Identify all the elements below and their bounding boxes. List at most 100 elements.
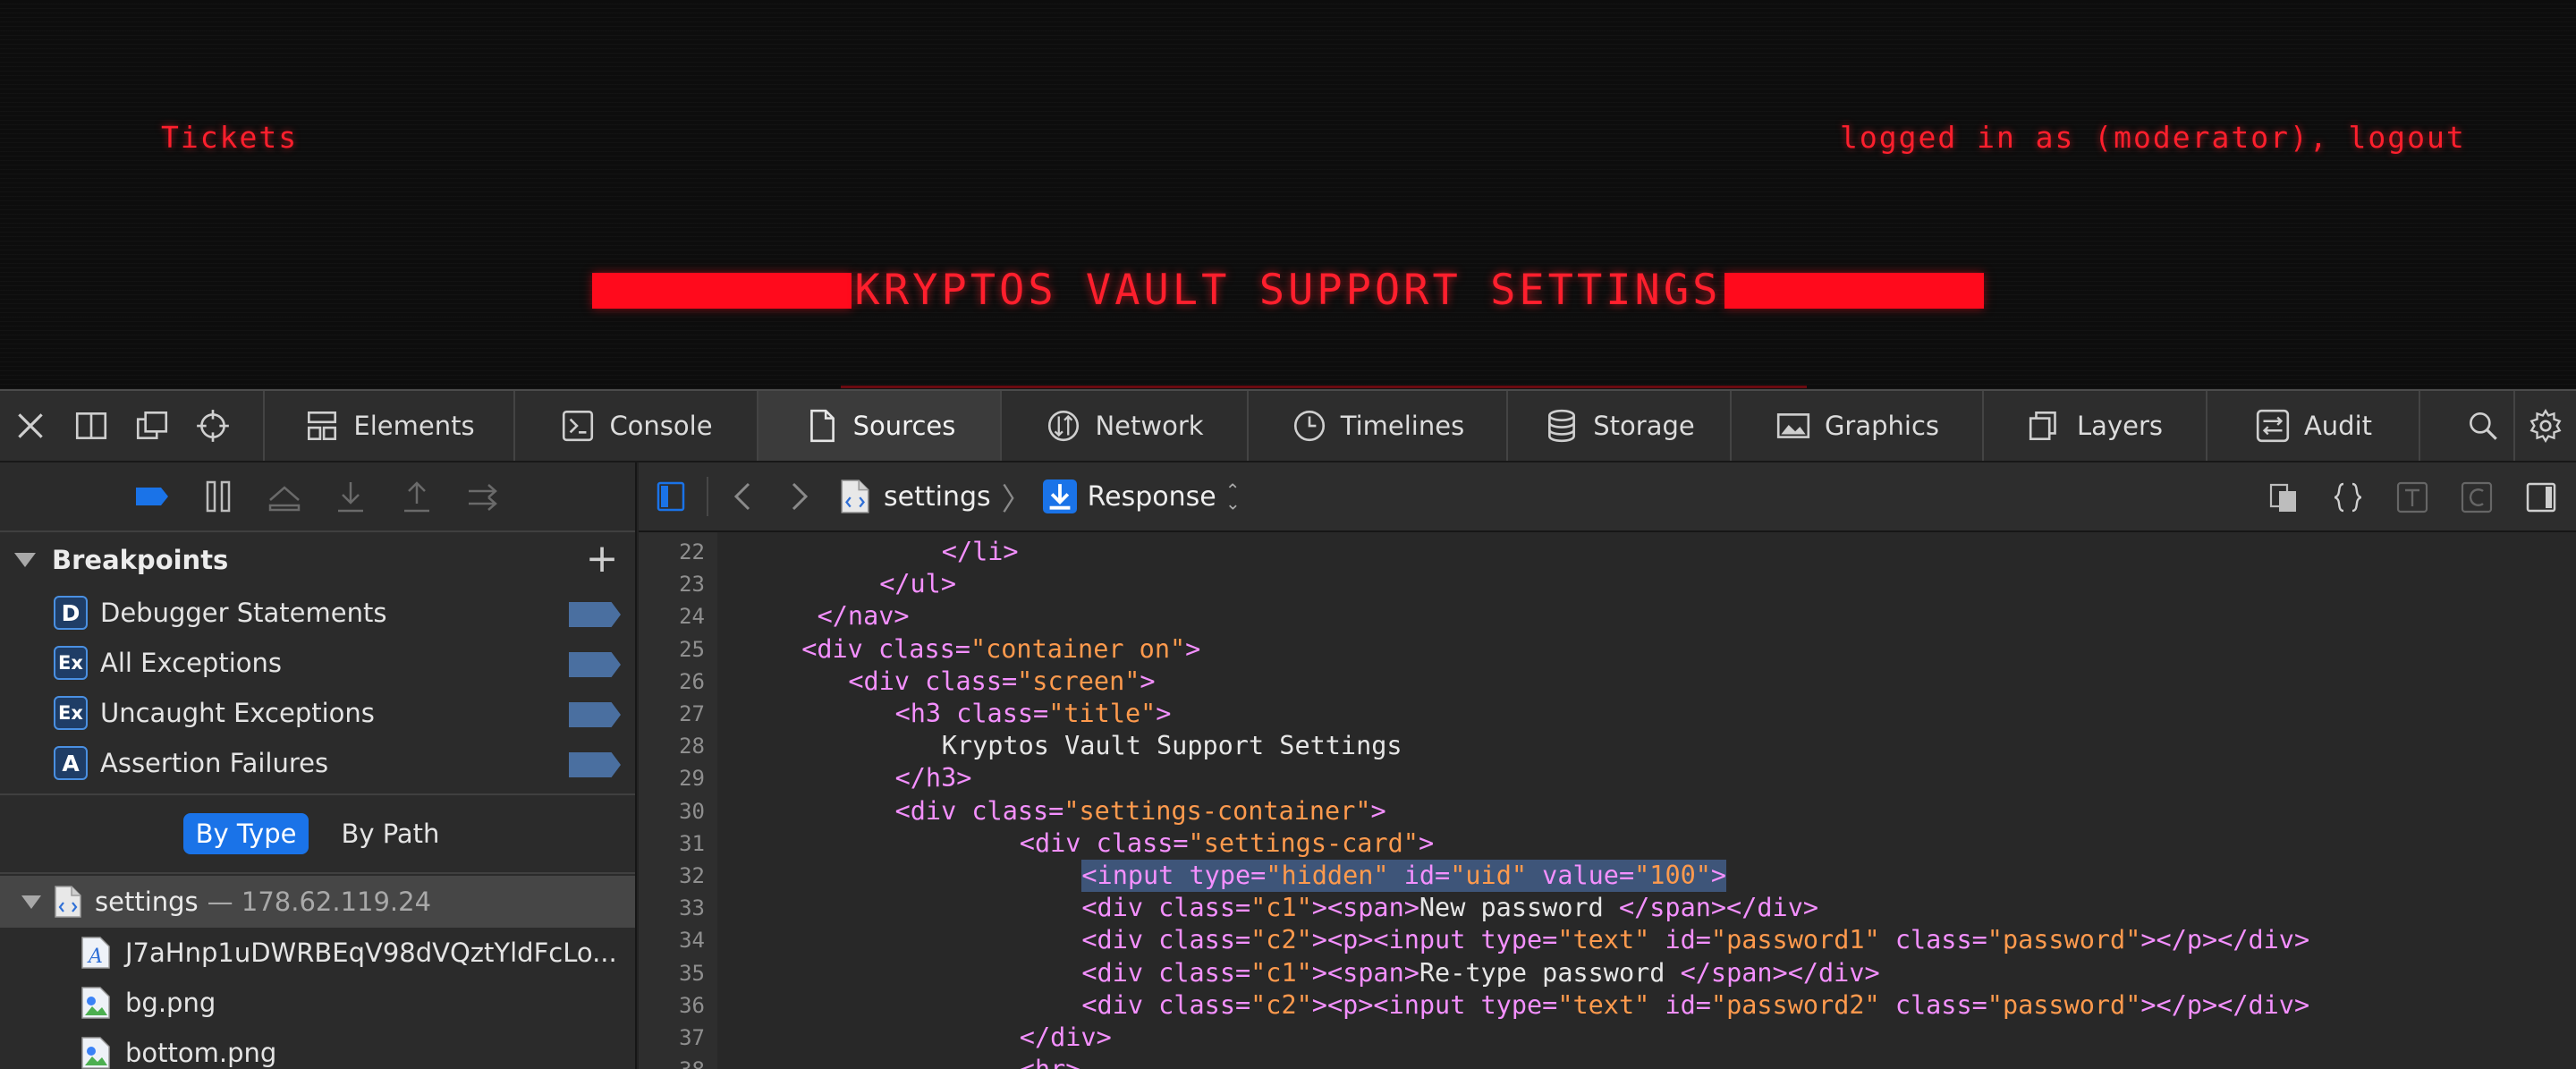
breakpoint-all-exceptions[interactable]: Ex All Exceptions bbox=[0, 638, 635, 688]
code-line[interactable]: 23 </ul> bbox=[639, 568, 2576, 600]
code-line[interactable]: 31 <div class="settings-card"> bbox=[639, 827, 2576, 860]
pretty-print-button[interactable] bbox=[2329, 479, 2367, 516]
tab-label: Sources bbox=[852, 411, 956, 441]
code-coverage-button bbox=[2458, 479, 2496, 516]
logged-in-logout-link[interactable]: logged in as (moderator), logout bbox=[1840, 120, 2466, 155]
resource-item-bg-png[interactable]: bg.png bbox=[0, 978, 635, 1028]
step-into-button bbox=[331, 477, 370, 516]
database-icon bbox=[1548, 409, 1576, 443]
code-text: <div class="settings-container"> bbox=[894, 795, 1386, 826]
tickets-link[interactable]: Tickets bbox=[161, 120, 298, 155]
code-line[interactable]: 25 <div class="container on"> bbox=[639, 633, 2576, 666]
code-editor[interactable]: 22 </li> 23 </ul> 24 </nav> 25 <div class="cont… bbox=[639, 532, 2576, 1069]
step-icon bbox=[469, 484, 497, 511]
close-devtools-button[interactable] bbox=[0, 391, 61, 461]
disclosure-triangle-icon[interactable] bbox=[21, 895, 41, 909]
code-line[interactable]: 38 <hr> bbox=[639, 1054, 2576, 1069]
forward-button[interactable] bbox=[771, 470, 825, 523]
code-line[interactable]: 34 <div class="c2"><p><input type="text" … bbox=[639, 924, 2576, 956]
code-line[interactable]: 35 <div class="c1"><span>Re-type password… bbox=[639, 957, 2576, 989]
breakpoint-label: All Exceptions bbox=[100, 648, 282, 678]
tab-label: Console bbox=[609, 411, 713, 441]
breakpoints-toggle-button[interactable] bbox=[132, 477, 172, 516]
tab-graphics[interactable]: Graphics bbox=[1732, 391, 1984, 461]
code-text: </li> bbox=[941, 537, 1019, 566]
code-text: <div class="c2"><p><input type="text" id… bbox=[1081, 989, 2310, 1020]
tab-timelines[interactable]: Timelines bbox=[1249, 391, 1508, 461]
breadcrumb-file[interactable]: settings bbox=[837, 479, 991, 514]
filter-by-type-button[interactable]: By Type bbox=[182, 813, 309, 854]
tab-label: Storage bbox=[1593, 411, 1695, 441]
back-button[interactable] bbox=[717, 470, 771, 523]
code-line[interactable]: 30 <div class="settings-container"> bbox=[639, 795, 2576, 827]
line-number: 32 bbox=[679, 863, 705, 888]
breakpoint-flag-icon[interactable] bbox=[569, 602, 621, 627]
tab-network[interactable]: Network bbox=[1002, 391, 1249, 461]
code-text: <div class="c1"><span>Re-type password <… bbox=[1081, 957, 1880, 988]
code-text: <div class="c2"><p><input type="text" id… bbox=[1081, 925, 2310, 955]
copy-button[interactable] bbox=[2265, 479, 2302, 516]
detach-window-button[interactable] bbox=[122, 391, 182, 461]
sources-sidebar: Breakpoints + D Debugger Statements Ex A… bbox=[0, 462, 637, 1069]
crosshair-icon bbox=[197, 410, 229, 442]
dock-side-button[interactable] bbox=[61, 391, 122, 461]
code-text: Kryptos Vault Support Settings bbox=[941, 731, 1402, 761]
tab-layers[interactable]: Layers bbox=[1984, 391, 2207, 461]
resource-tree-root[interactable]: settings — 178.62.119.24 bbox=[0, 876, 635, 928]
add-breakpoint-button[interactable]: + bbox=[585, 539, 619, 579]
step-over-button bbox=[265, 477, 304, 516]
breakpoint-label: Assertion Failures bbox=[100, 748, 329, 778]
filter-by-path-button[interactable]: By Path bbox=[328, 813, 452, 854]
inspect-element-button[interactable] bbox=[182, 391, 243, 461]
dock-side-icon bbox=[75, 412, 107, 439]
breakpoints-section-header[interactable]: Breakpoints + bbox=[0, 532, 635, 588]
tab-sources[interactable]: Sources bbox=[758, 391, 1002, 461]
breakpoint-uncaught-exceptions[interactable]: Ex Uncaught Exceptions bbox=[0, 688, 635, 738]
code-line[interactable]: 27 <h3 class="title"> bbox=[639, 698, 2576, 730]
code-text: <div class="container on"> bbox=[801, 633, 1201, 664]
svg-text:A: A bbox=[87, 946, 103, 968]
tab-storage[interactable]: Storage bbox=[1508, 391, 1732, 461]
tab-audit[interactable]: Audit bbox=[2207, 391, 2420, 461]
search-button[interactable] bbox=[2453, 391, 2513, 461]
toggle-navigation-sidebar-button[interactable] bbox=[644, 470, 698, 523]
elements-icon bbox=[308, 411, 337, 441]
step-into-icon bbox=[338, 482, 363, 513]
code-line[interactable]: 37 </div> bbox=[639, 1022, 2576, 1054]
source-editor-pane: settings 〉 Response ⌃ ⌃ 22 </li> 23 </ul… bbox=[639, 462, 2576, 1069]
code-line[interactable]: 24 </nav> bbox=[639, 600, 2576, 632]
code-line[interactable]: 22 </li> bbox=[639, 536, 2576, 568]
response-mode-selector[interactable]: Response ⌃ ⌃ bbox=[1042, 479, 1241, 513]
breakpoint-flag-icon[interactable] bbox=[569, 652, 621, 677]
line-number: 26 bbox=[679, 668, 705, 694]
audit-icon bbox=[2256, 409, 2290, 443]
code-line[interactable]: 36 <div class="c2"><p><input type="text" … bbox=[639, 989, 2576, 1022]
code-line[interactable]: 29 </h3> bbox=[639, 762, 2576, 794]
code-line[interactable]: 26 <div class="screen"> bbox=[639, 666, 2576, 698]
line-number: 31 bbox=[679, 830, 705, 856]
tab-console[interactable]: Console bbox=[515, 391, 758, 461]
line-number: 27 bbox=[679, 701, 705, 726]
disclosure-triangle-icon[interactable] bbox=[14, 553, 36, 567]
assertion-badge-icon: A bbox=[54, 746, 88, 780]
code-text: </nav> bbox=[817, 601, 910, 632]
code-text: <h3 class="title"> bbox=[894, 699, 1172, 728]
code-line[interactable]: 33 <div class="c1"><span>New password </s… bbox=[639, 892, 2576, 924]
response-mode-label: Response bbox=[1087, 480, 1216, 513]
code-line[interactable]: 28 Kryptos Vault Support Settings bbox=[639, 730, 2576, 762]
code-line[interactable]: 32 <input type="hidden" id="uid" value="1… bbox=[639, 860, 2576, 892]
resource-item-bottom-png[interactable]: bottom.png bbox=[0, 1028, 635, 1069]
download-arrow-icon bbox=[1042, 479, 1077, 513]
line-number: 30 bbox=[679, 798, 705, 824]
pause-button[interactable] bbox=[199, 477, 238, 516]
settings-button[interactable] bbox=[2515, 391, 2576, 461]
tab-elements[interactable]: Elements bbox=[263, 391, 515, 461]
breakpoint-flag-icon[interactable] bbox=[569, 702, 621, 727]
breakpoint-debugger-statements[interactable]: D Debugger Statements bbox=[0, 588, 635, 638]
step-button bbox=[463, 477, 503, 516]
resource-item-font[interactable]: A J7aHnp1uDWRBEqV98dVQztYldFcLo... bbox=[0, 928, 635, 978]
breakpoint-assertion-failures[interactable]: A Assertion Failures bbox=[0, 738, 635, 788]
breakpoint-flag-icon[interactable] bbox=[569, 752, 621, 777]
breadcrumb-separator-icon: 〉 bbox=[1001, 481, 1032, 518]
toggle-details-sidebar-button[interactable] bbox=[2522, 479, 2560, 516]
